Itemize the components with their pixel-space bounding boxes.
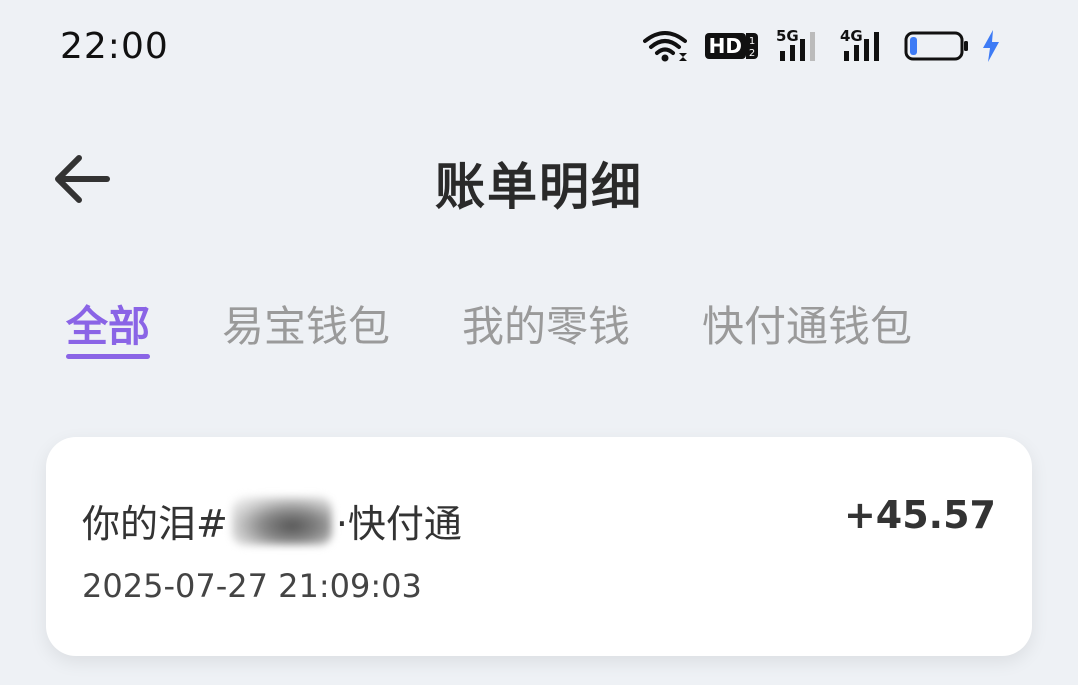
tab-kuaifutong-wallet[interactable]: 快付通钱包 — [702, 298, 912, 356]
battery-icon — [904, 31, 970, 61]
hd-label: HD — [704, 33, 746, 59]
status-bar: 22:00 HD 1 2 5G 4G — [0, 0, 1078, 95]
redacted-blur — [231, 496, 332, 545]
tab-all[interactable]: 全部 — [66, 298, 151, 359]
page-title: 账单明细 — [435, 158, 643, 216]
bill-name-suffix: ·快付通 — [335, 502, 462, 546]
tab-my-change[interactable]: 我的零钱 — [462, 298, 630, 356]
status-time: 22:00 — [60, 26, 169, 67]
tab-bar: 全部 易宝钱包 我的零钱 快付通钱包 — [66, 298, 984, 368]
bill-time: 2025-07-27 21:09:03 — [82, 567, 422, 605]
nav-bar: 账单明细 — [0, 125, 1078, 235]
hd-voice-icon: HD 1 2 — [704, 33, 758, 59]
bill-amount: +45.57 — [843, 493, 996, 537]
bill-name-prefix: 你的泪# — [82, 502, 228, 546]
charging-icon — [980, 29, 1002, 63]
bill-list-item[interactable]: 你的泪# ·快付通 +45.57 2025-07-27 21:09:03 — [46, 437, 1032, 656]
signal-5g-icon: 5G — [776, 27, 822, 63]
tab-yeepay-wallet[interactable]: 易宝钱包 — [222, 298, 390, 356]
wifi-icon — [642, 29, 687, 63]
battery-level-fill — [910, 37, 917, 55]
svg-text:2: 2 — [749, 48, 755, 59]
svg-text:1: 1 — [749, 36, 755, 47]
bill-name: 你的泪# ·快付通 — [82, 493, 462, 548]
status-icons: HD 1 2 5G 4G — [642, 27, 1002, 64]
signal-4g-icon: 4G — [840, 27, 886, 63]
